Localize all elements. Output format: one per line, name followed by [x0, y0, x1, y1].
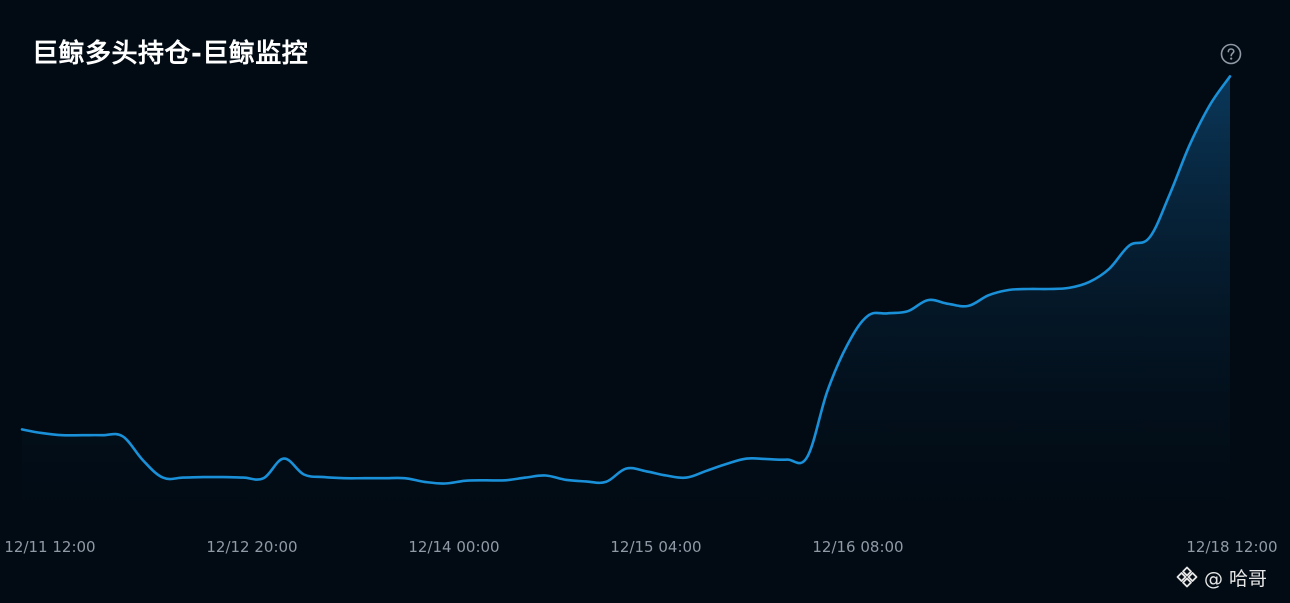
- watermark: @ 哈哥: [1176, 563, 1267, 591]
- x-tick-label: 12/11 12:00: [4, 538, 95, 556]
- x-tick-label: 12/16 08:00: [812, 538, 903, 556]
- watermark-handle: @ 哈哥: [1204, 567, 1268, 590]
- area-fill: [22, 76, 1230, 516]
- x-tick-label: 12/12 20:00: [206, 538, 297, 556]
- x-tick-label: 12/18 12:00: [1186, 538, 1277, 556]
- area-chart: 12/11 12:00 12/12 20:00 12/14 00:00 12/15 0…: [4, 75, 1278, 556]
- x-tick-label: 12/14 00:00: [408, 538, 499, 556]
- x-axis-ticks: 12/11 12:00 12/12 20:00 12/14 00:00 12/15 0…: [4, 538, 1277, 556]
- chart-card: 巨鲸多头持仓-巨鲸监控 12/11 12:00 12/12 20:00 12/14 …: [0, 0, 1290, 603]
- binance-diamond-icon: [1176, 566, 1198, 588]
- x-tick-label: 12/15 04:00: [610, 538, 701, 556]
